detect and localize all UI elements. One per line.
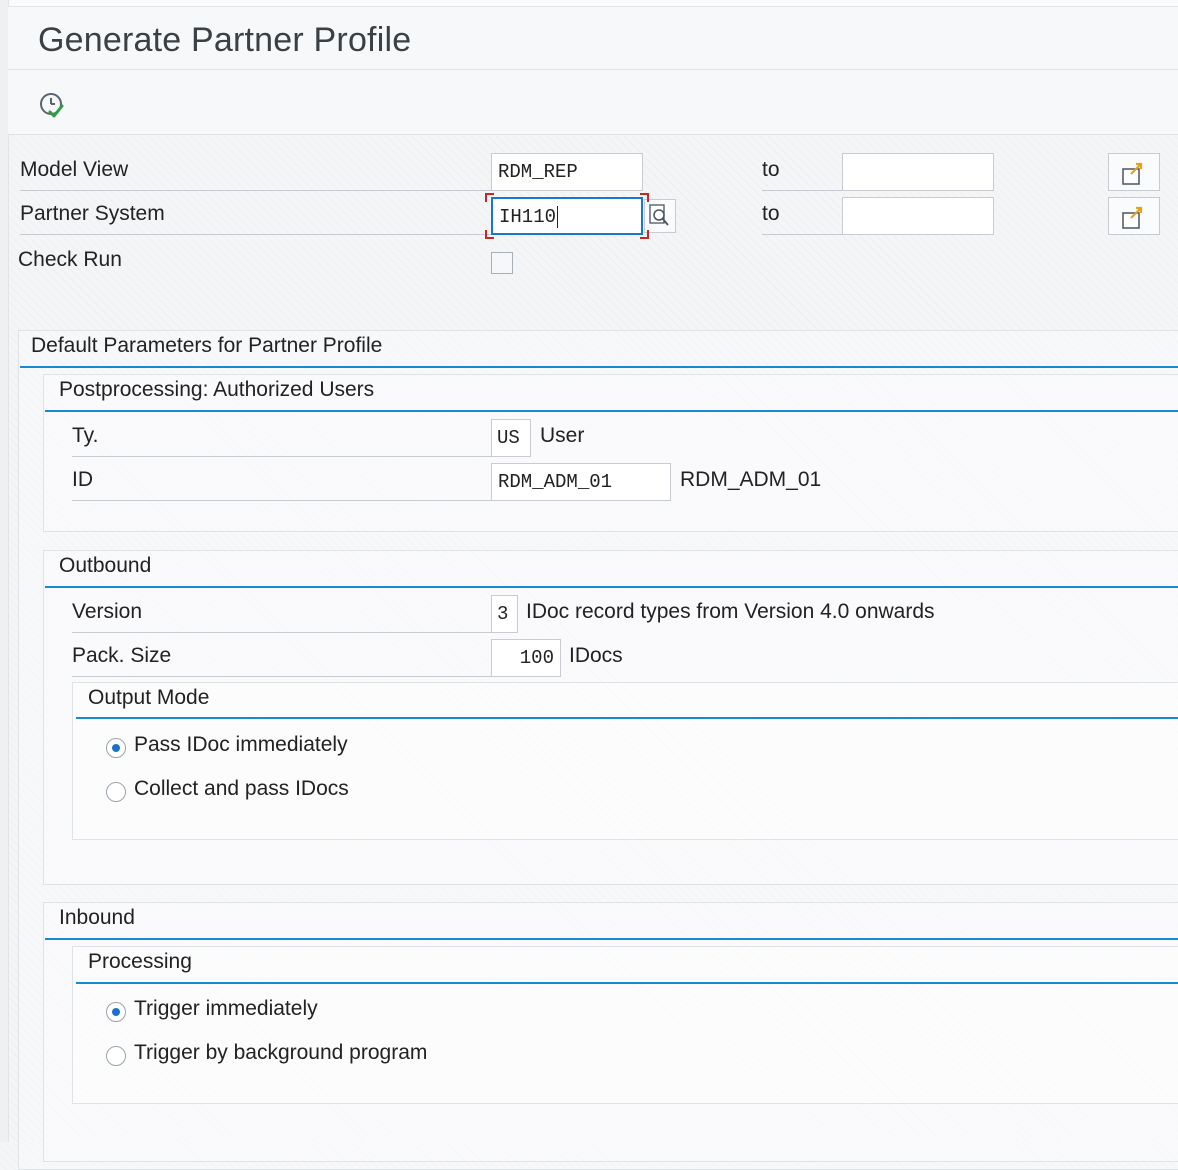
partner-system-multiple-selection-button[interactable] [1108,197,1160,235]
version-label: Version [72,600,492,633]
inbound-title-underline [45,938,1178,940]
model-view-to-input[interactable] [842,153,994,191]
trigger-by-background-program-radio[interactable] [106,1046,126,1066]
trigger-immediately-radio[interactable] [106,1002,126,1022]
default-parameters-title-underline [20,366,1178,368]
model-view-input[interactable]: RDM_REP [491,153,643,191]
version-description: IDoc record types from Version 4.0 onwar… [526,600,935,623]
model-view-to-label: to [762,158,842,191]
value-help-icon [649,204,669,226]
application-toolbar [8,70,1178,135]
pass-idoc-immediately-radio[interactable] [106,738,126,758]
inbound-title: Inbound [59,906,135,929]
window-top-border [0,0,1178,7]
default-parameters-title: Default Parameters for Partner Profile [31,334,383,357]
id-label: ID [72,468,492,501]
processing-title-underline [76,982,1178,984]
page-title: Generate Partner Profile [38,21,412,59]
type-input[interactable]: US [491,419,531,457]
pack-size-unit: IDocs [569,644,623,667]
outbound-title: Outbound [59,554,152,577]
type-label: Ty. [72,424,492,457]
check-run-checkbox[interactable] [491,252,513,274]
multiple-selection-icon [1122,206,1143,229]
focus-corner-marks [485,193,649,239]
title-bar: Generate Partner Profile [8,7,1178,70]
trigger-by-background-program-label[interactable]: Trigger by background program [134,1041,427,1065]
multiple-selection-icon [1122,162,1143,185]
postprocessing-title-underline [45,410,1178,412]
window-left-edge [0,0,9,1142]
collect-and-pass-idocs-radio[interactable] [106,782,126,802]
output-mode-title-underline [76,717,1178,719]
processing-group [72,946,1178,1104]
model-view-multiple-selection-button[interactable] [1108,153,1160,191]
partner-system-to-input[interactable] [842,197,994,235]
output-mode-group [72,682,1178,840]
partner-system-to-label: to [762,202,842,235]
trigger-immediately-label[interactable]: Trigger immediately [134,997,318,1021]
execute-clock-check-icon[interactable] [38,90,68,120]
outbound-title-underline [45,586,1178,588]
collect-and-pass-idocs-label[interactable]: Collect and pass IDocs [134,777,349,801]
pack-size-label: Pack. Size [72,644,492,677]
id-input[interactable]: RDM_ADM_01 [491,463,671,501]
pack-size-input[interactable]: 100 [491,639,561,677]
postprocessing-title: Postprocessing: Authorized Users [59,378,375,401]
pass-idoc-immediately-label[interactable]: Pass IDoc immediately [134,733,348,757]
partner-system-label: Partner System [20,202,492,235]
processing-title: Processing [88,950,192,973]
check-run-label: Check Run [18,248,122,271]
model-view-label: Model View [20,158,492,191]
version-input[interactable]: 3 [491,595,518,633]
id-description: RDM_ADM_01 [680,468,822,491]
output-mode-title: Output Mode [88,686,210,709]
type-description: User [540,424,585,447]
